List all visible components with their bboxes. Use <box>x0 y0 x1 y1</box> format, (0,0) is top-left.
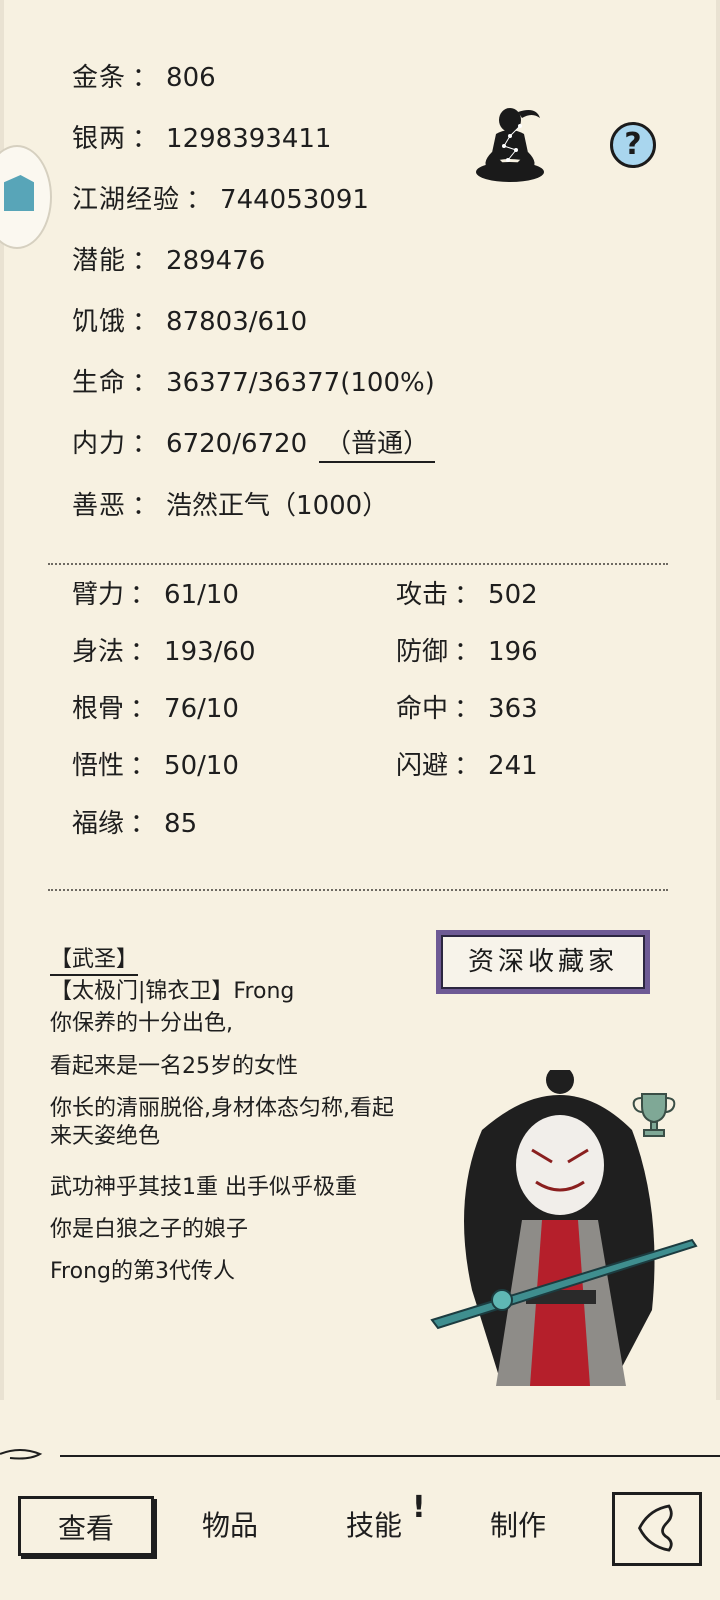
hp-value: 36377/36377(100%) <box>166 368 435 398</box>
attribute-label: 身法 <box>72 637 125 667</box>
attribute-left-4: 福缘： 85 <box>72 809 198 839</box>
attribute-left-0: 臂力： 61/10 <box>72 580 239 610</box>
back-icon <box>637 1504 673 1552</box>
hunger-row: 饥饿： 87803/610 <box>72 307 308 337</box>
description-line: 看起来是一名25岁的女性 <box>50 1054 298 1079</box>
attribute-value: 363 <box>488 694 538 724</box>
meditate-icon[interactable] <box>470 104 546 184</box>
attribute-label: 臂力 <box>72 580 125 610</box>
neili-mode-link[interactable]: （普通） <box>319 429 436 463</box>
potential-value: 289476 <box>166 246 266 276</box>
bottom-nav: 查看 物品 技能 ! 制作 <box>0 1480 720 1580</box>
description-line: Frong的第3代传人 <box>50 1259 235 1284</box>
attribute-value: 241 <box>488 751 538 781</box>
attribute-label: 命中 <box>396 694 449 724</box>
character-portrait <box>430 1070 698 1386</box>
description-line: 你保养的十分出色, <box>50 1011 233 1036</box>
section-divider <box>48 889 668 891</box>
tab-items[interactable]: 物品 <box>170 1496 290 1556</box>
attribute-value: 50/10 <box>164 751 239 781</box>
silver-row: 银两： 1298393411 <box>72 124 332 154</box>
attribute-left-2: 根骨： 76/10 <box>72 694 239 724</box>
gold-bars-row: 金条： 806 <box>72 63 216 93</box>
jianghu-exp-value: 744053091 <box>220 185 369 215</box>
player-title[interactable]: 【武圣】 <box>50 946 139 976</box>
section-divider <box>48 563 668 565</box>
collector-badge[interactable]: 资深收藏家 <box>436 930 650 994</box>
gold-bars-value: 806 <box>166 63 216 93</box>
description-line: 你是白狼之子的娘子 <box>50 1217 249 1242</box>
hp-row: 生命： 36377/36377(100%) <box>72 368 435 398</box>
attribute-label: 悟性 <box>72 751 125 781</box>
skills-alert-badge: ! <box>412 1490 426 1525</box>
attribute-label: 攻击 <box>396 580 449 610</box>
potential-row: 潜能： 289476 <box>72 246 266 276</box>
jianghu-exp-row: 江湖经验： 744053091 <box>72 185 369 215</box>
attribute-value: 61/10 <box>164 580 239 610</box>
attribute-left-1: 身法： 193/60 <box>72 637 256 667</box>
description-line: 武功神乎其技1重 出手似乎极重 <box>50 1175 357 1200</box>
collector-badge-label: 资深收藏家 <box>441 935 645 989</box>
neili-value: 6720/6720 <box>166 429 308 459</box>
attribute-right-3: 闪避： 241 <box>396 751 538 781</box>
sect-and-name: 【太极门|锦衣卫】Frong <box>50 979 295 1004</box>
tab-view[interactable]: 查看 <box>18 1496 154 1556</box>
description-line: 你长的清丽脱俗,身材体态匀称,看起来天姿绝色 <box>50 1096 394 1149</box>
hunger-value: 87803/610 <box>166 307 308 337</box>
attribute-value: 85 <box>164 809 198 839</box>
attribute-right-2: 命中： 363 <box>396 694 538 724</box>
attribute-value: 76/10 <box>164 694 239 724</box>
attribute-value: 502 <box>488 580 538 610</box>
attribute-label: 闪避 <box>396 751 449 781</box>
neili-row: 内力： 6720/6720 （普通） <box>72 428 436 463</box>
attribute-left-3: 悟性： 50/10 <box>72 751 239 781</box>
attribute-right-1: 防御： 196 <box>396 637 538 667</box>
tab-craft[interactable]: 制作 <box>458 1496 578 1556</box>
morality-value: 浩然正气（1000） <box>166 491 389 521</box>
back-button[interactable] <box>612 1492 702 1566</box>
morality-row: 善恶：浩然正气（1000） <box>72 491 389 521</box>
app-shortcut-icon <box>4 175 34 211</box>
right-frame <box>716 0 720 1400</box>
help-icon[interactable]: ? <box>610 122 656 168</box>
attribute-label: 根骨 <box>72 694 125 724</box>
attribute-value: 196 <box>488 637 538 667</box>
attribute-right-0: 攻击： 502 <box>396 580 538 610</box>
ink-divider <box>0 1449 720 1460</box>
attribute-label: 福缘 <box>72 809 125 839</box>
floating-side-button[interactable] <box>0 145 52 249</box>
attribute-label: 防御 <box>396 637 449 667</box>
attribute-value: 193/60 <box>164 637 256 667</box>
silver-value: 1298393411 <box>166 124 332 154</box>
